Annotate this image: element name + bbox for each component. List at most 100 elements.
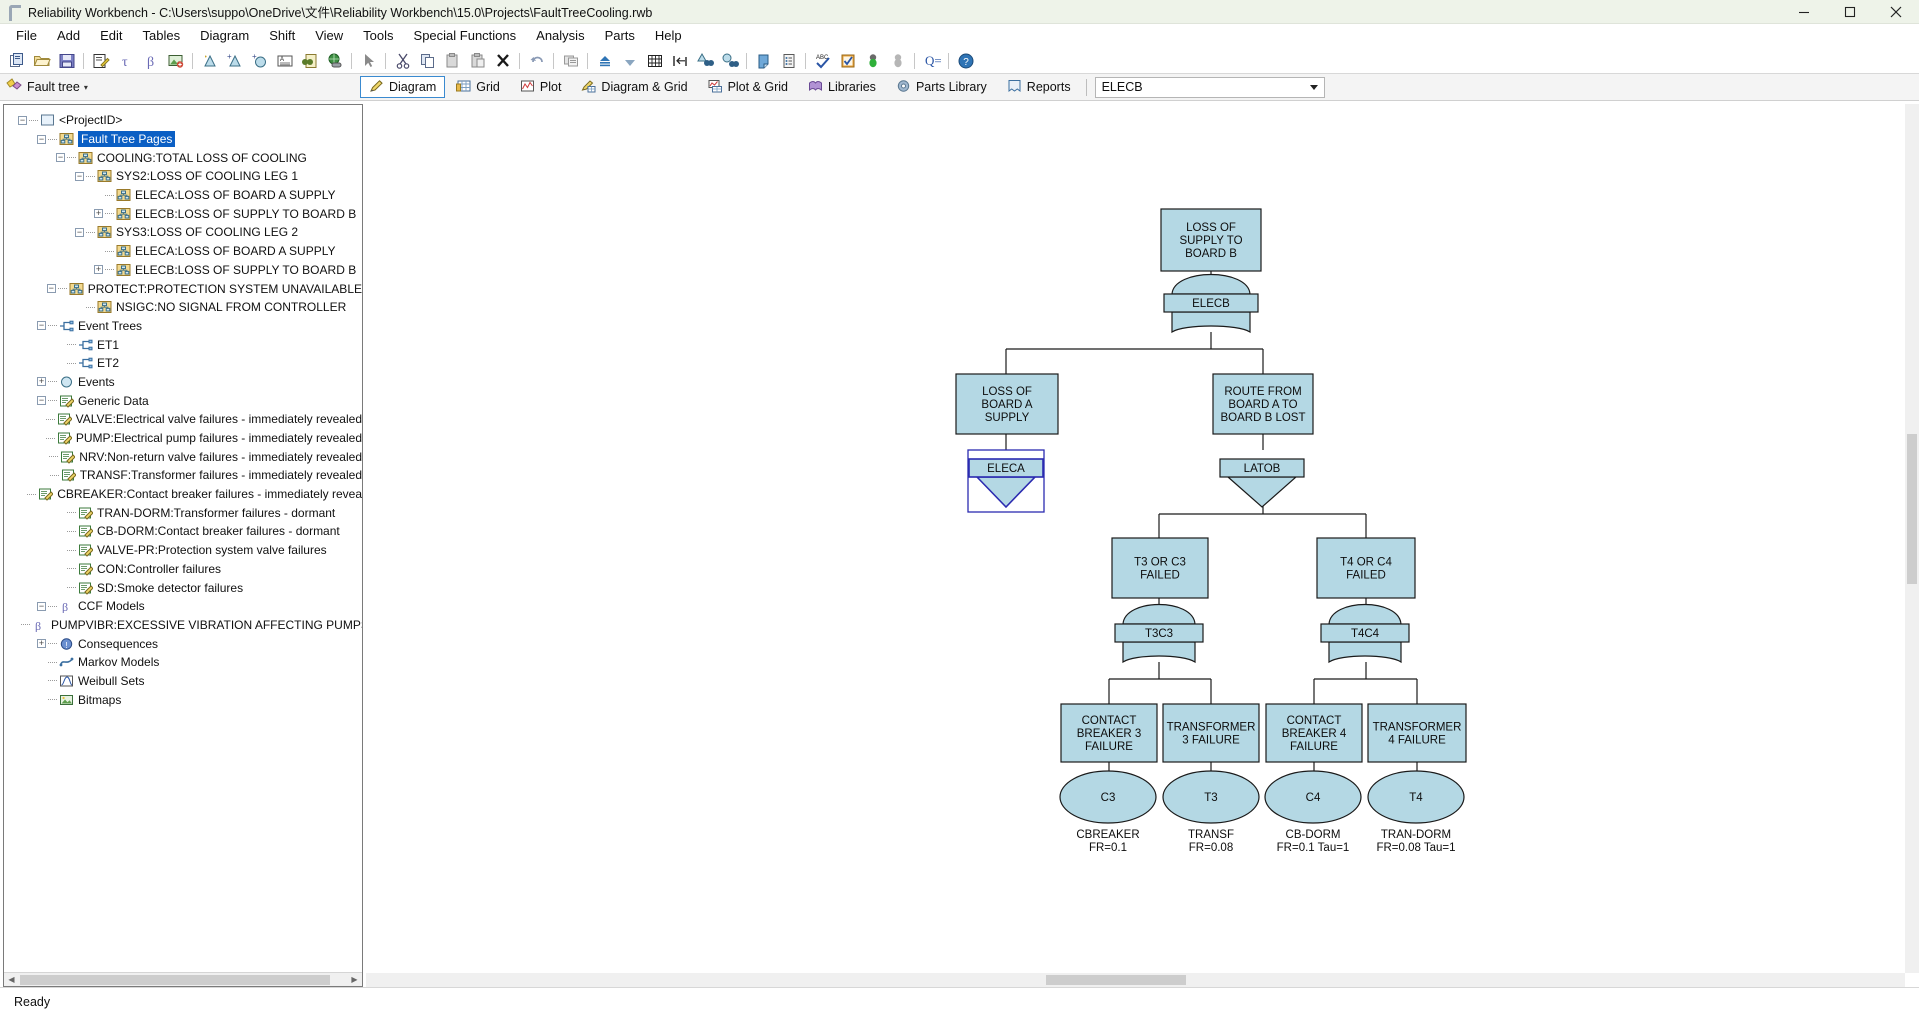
tree-item[interactable]: − β CCF Models <box>10 597 362 616</box>
traffic-grey-icon[interactable] <box>885 50 910 72</box>
spellcheck-icon[interactable]: ABC <box>810 50 835 72</box>
chevron-down-icon[interactable] <box>1309 84 1318 90</box>
add-gate-icon[interactable] <box>197 50 222 72</box>
fault-tree-event[interactable]: LOSS OFBOARD ASUPPLY <box>955 373 1059 435</box>
tree-expand-toggle[interactable]: + <box>94 265 103 275</box>
tree-expand-toggle[interactable]: + <box>94 209 103 219</box>
maximize-button[interactable] <box>1827 0 1873 24</box>
tab-grid[interactable]: Grid <box>447 76 509 98</box>
scroll-thumb[interactable] <box>1907 434 1917 584</box>
save-icon[interactable] <box>54 50 79 72</box>
align-bottom-icon[interactable] <box>617 50 642 72</box>
close-button[interactable] <box>1873 0 1919 24</box>
tree-item[interactable]: β PUMPVIBR:EXCESSIVE VIBRATION AFFECTING … <box>10 616 362 635</box>
fault-tree-event[interactable]: ROUTE FROMBOARD A TOBOARD B LOST <box>1212 373 1314 435</box>
align-top-icon[interactable] <box>592 50 617 72</box>
scroll-thumb[interactable] <box>20 975 330 985</box>
traffic-green-icon[interactable] <box>860 50 885 72</box>
diagram-horizontal-scrollbar[interactable] <box>366 973 1905 987</box>
tree-item[interactable]: − Event Trees <box>10 317 362 336</box>
delete-x-icon[interactable] <box>490 50 515 72</box>
project-tree[interactable]: − <ProjectID> − Fault Tree Pages − COOLING:TO… <box>4 105 362 972</box>
tree-item[interactable]: Bitmaps <box>10 690 362 709</box>
binoculars-page-icon[interactable] <box>297 50 322 72</box>
globe-link-icon[interactable] <box>322 50 347 72</box>
add-text-icon[interactable]: A <box>272 50 297 72</box>
fault-tree-event[interactable]: TRANSFORMER3 FAILURE <box>1162 703 1260 763</box>
tree-expand-toggle[interactable]: + <box>37 377 46 387</box>
tree-item[interactable]: ET2 <box>10 354 362 373</box>
tab-plot[interactable]: Plot <box>511 76 571 98</box>
tree-item[interactable]: Weibull Sets <box>10 672 362 691</box>
tree-expand-toggle[interactable]: + <box>37 639 46 649</box>
fault-tree-event[interactable]: LOSS OFSUPPLY TOBOARD B <box>1160 208 1262 272</box>
tree-item[interactable]: − SYS3:LOSS OF COOLING LEG 2 <box>10 223 362 242</box>
menu-item-view[interactable]: View <box>305 25 353 46</box>
menu-item-tools[interactable]: Tools <box>353 25 403 46</box>
tree-item[interactable]: − Generic Data <box>10 391 362 410</box>
chevron-down-icon[interactable]: ▾ <box>84 83 88 92</box>
menu-item-help[interactable]: Help <box>645 25 692 46</box>
tree-item[interactable]: CB-DORM:Contact breaker failures - dorma… <box>10 522 362 541</box>
tree-item[interactable]: CON:Controller failures <box>10 560 362 579</box>
collapse-icon[interactable] <box>667 50 692 72</box>
tree-collapse-toggle[interactable]: − <box>46 284 56 294</box>
tree-item[interactable]: ET1 <box>10 335 362 354</box>
tree-collapse-toggle[interactable]: − <box>37 134 46 144</box>
menu-item-file[interactable]: File <box>6 25 47 46</box>
help-icon[interactable]: ? <box>953 50 978 72</box>
tree-horizontal-scrollbar[interactable]: ◀ ▶ <box>4 972 362 986</box>
menu-item-diagram[interactable]: Diagram <box>190 25 259 46</box>
tab-reports[interactable]: Reports <box>998 76 1080 98</box>
copy-icon[interactable] <box>415 50 440 72</box>
duplicate-icon[interactable] <box>558 50 583 72</box>
fault-tree-event[interactable]: TRANSFORMER4 FAILURE <box>1367 703 1467 763</box>
fault-tree-selector[interactable]: Fault tree ▾ <box>0 77 360 97</box>
tree-collapse-toggle[interactable]: − <box>56 153 65 163</box>
minimize-button[interactable] <box>1781 0 1827 24</box>
fault-tree-gate[interactable]: T3C3 <box>1114 604 1204 664</box>
edit-note-icon[interactable] <box>88 50 113 72</box>
tree-item[interactable]: +! Consequences <box>10 634 362 653</box>
add-or-gate-icon[interactable]: + <box>247 50 272 72</box>
tree-collapse-toggle[interactable]: − <box>75 227 84 237</box>
tab-libraries[interactable]: Libraries <box>799 76 885 98</box>
report-icon[interactable] <box>751 50 776 72</box>
fault-tree-event[interactable]: CONTACTBREAKER 3FAILURE <box>1060 703 1158 763</box>
tau-icon[interactable]: τ <box>113 50 138 72</box>
new-project-icon[interactable] <box>4 50 29 72</box>
tree-item[interactable]: SD:Smoke detector failures <box>10 578 362 597</box>
tree-item[interactable]: ELECA:LOSS OF BOARD A SUPPLY <box>10 186 362 205</box>
tab-diagram[interactable]: Diagram <box>360 76 446 98</box>
basic-event[interactable]: C3 CBREAKERFR=0.1 <box>1059 770 1157 854</box>
tree-collapse-toggle[interactable]: − <box>37 321 46 331</box>
menu-item-add[interactable]: Add <box>47 25 90 46</box>
tree-collapse-toggle[interactable]: − <box>18 115 27 125</box>
menu-item-analysis[interactable]: Analysis <box>526 25 594 46</box>
properties-icon[interactable] <box>776 50 801 72</box>
tree-item[interactable]: ELECA:LOSS OF BOARD A SUPPLY <box>10 242 362 261</box>
image-add-icon[interactable] <box>163 50 188 72</box>
tab-parts-library[interactable]: Parts Library <box>887 76 996 98</box>
fault-tree-event[interactable]: T3 OR C3FAILED <box>1111 537 1209 599</box>
tree-item[interactable]: PUMP:Electrical pump failures - immediat… <box>10 429 362 448</box>
fault-tree-canvas[interactable]: LOSS OF SUPPLY TO BOARD B LOSS OF BOARD A SUP… <box>366 104 1905 973</box>
tree-item[interactable]: − COOLING:TOTAL LOSS OF COOLING <box>10 148 362 167</box>
cut-icon[interactable] <box>390 50 415 72</box>
find-event-icon[interactable] <box>717 50 742 72</box>
open-folder-icon[interactable] <box>29 50 54 72</box>
paste-icon[interactable] <box>440 50 465 72</box>
add-and-gate-icon[interactable]: + <box>222 50 247 72</box>
menu-item-parts[interactable]: Parts <box>595 25 645 46</box>
fault-tree-gate[interactable]: T4C4 <box>1320 604 1410 664</box>
tab-plot-and-grid[interactable]: Plot & Grid <box>699 76 797 98</box>
tree-item[interactable]: CBREAKER:Contact breaker failures - imme… <box>10 485 362 504</box>
tab-diagram-and-grid[interactable]: Diagram & Grid <box>572 76 696 98</box>
fault-tree-gate[interactable]: ELECA <box>968 458 1044 509</box>
tree-item[interactable]: NSIGC:NO SIGNAL FROM CONTROLLER <box>10 298 362 317</box>
tree-item[interactable]: VALVE-PR:Protection system valve failure… <box>10 541 362 560</box>
tree-item[interactable]: + Events <box>10 373 362 392</box>
tree-item[interactable]: VALVE:Electrical valve failures - immedi… <box>10 410 362 429</box>
paste-special-icon[interactable] <box>465 50 490 72</box>
validate-icon[interactable] <box>835 50 860 72</box>
